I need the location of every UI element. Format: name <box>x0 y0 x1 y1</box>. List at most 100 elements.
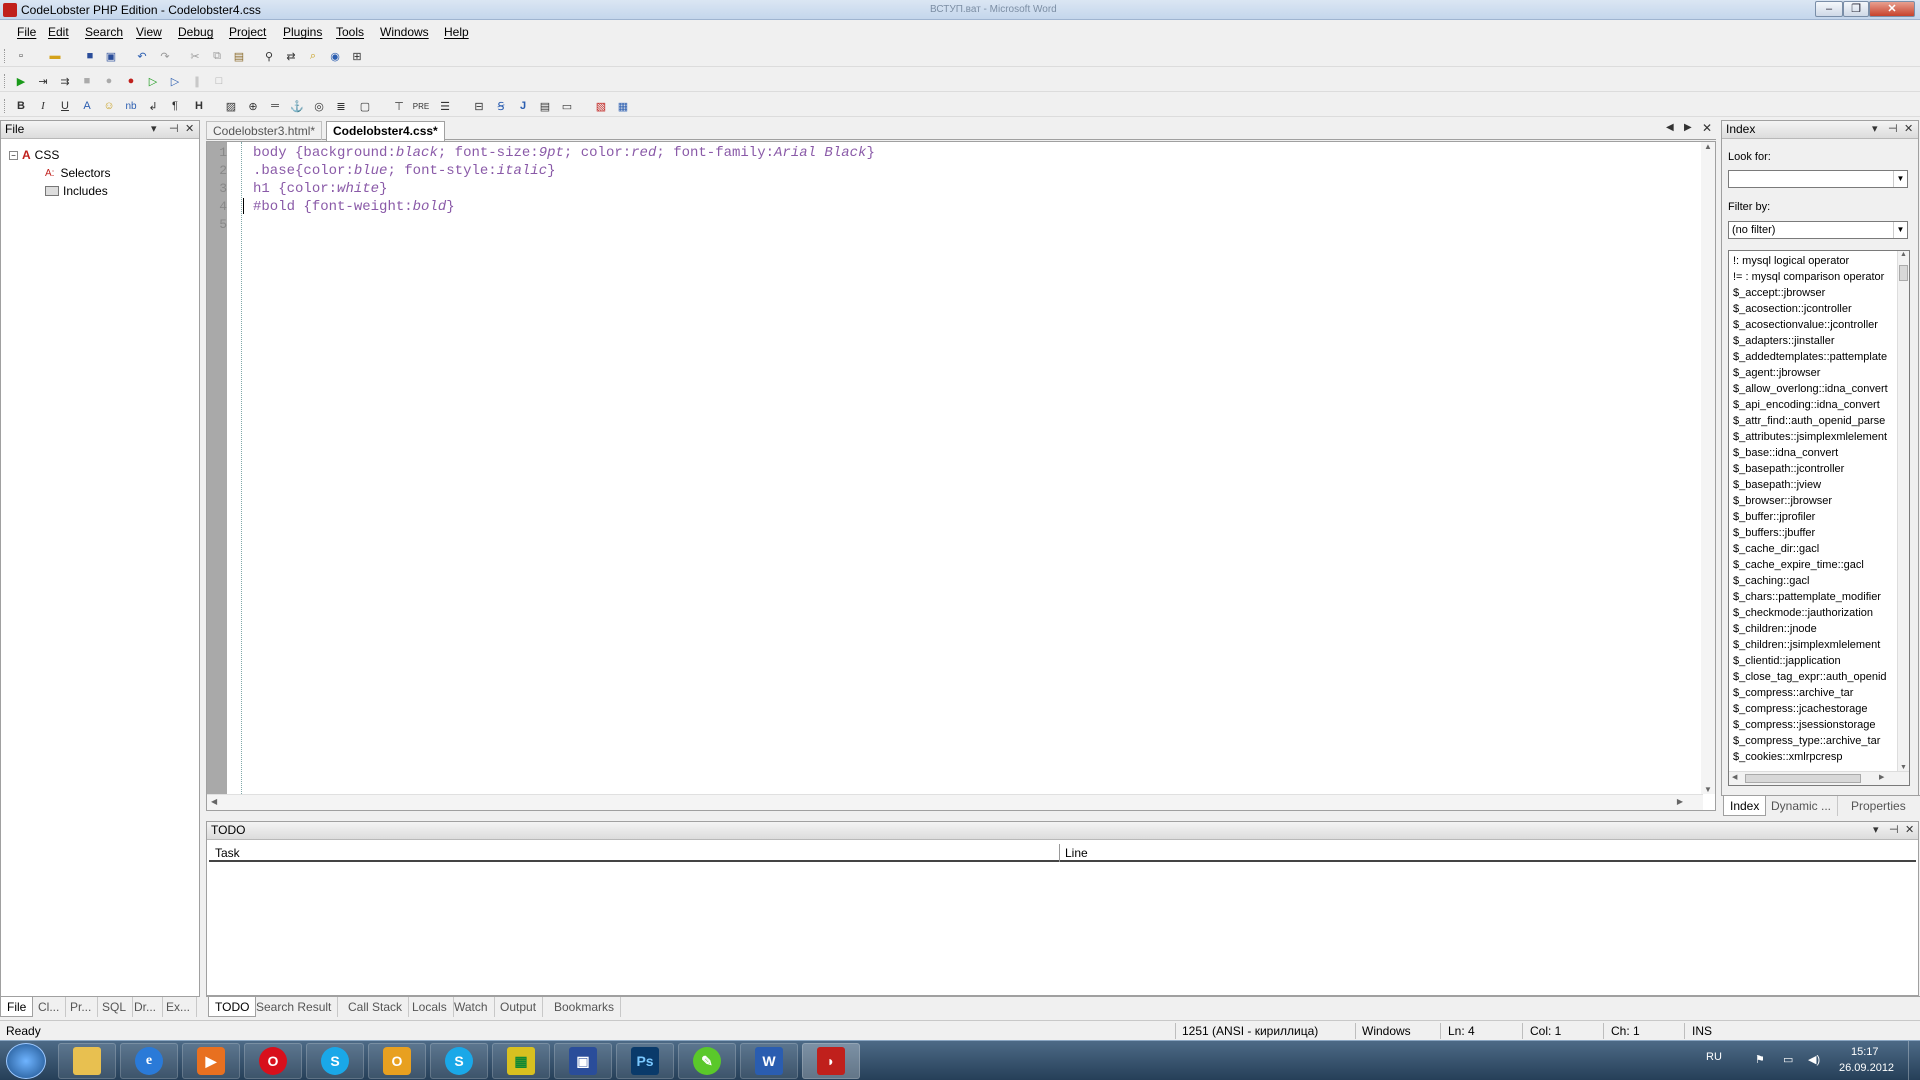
index-list-item[interactable]: $_compress_type::archive_tar <box>1733 733 1893 749</box>
vertical-scrollbar[interactable]: ▲ ▼ <box>1701 142 1715 794</box>
menu-view[interactable]: View <box>136 25 162 39</box>
todo-close-icon[interactable]: ✕ <box>1905 822 1914 839</box>
copy-icon[interactable]: ⧉ <box>208 47 226 65</box>
align-icon[interactable]: ≣ <box>332 97 350 115</box>
index-list-item[interactable]: $_acosection::jcontroller <box>1733 301 1893 317</box>
index-list-item[interactable]: $_accept::jbrowser <box>1733 285 1893 301</box>
align-top-icon[interactable]: ⊤ <box>390 97 408 115</box>
index-list-item[interactable]: $_allow_overlong::idna_convert <box>1733 381 1893 397</box>
index-list[interactable]: !: mysql logical operator != : mysql comp… <box>1728 250 1910 786</box>
start-button[interactable] <box>6 1043 46 1079</box>
index-list-item[interactable]: $_close_tag_expr::auth_openid <box>1733 669 1893 685</box>
stop-icon[interactable]: ■ <box>78 72 96 90</box>
index-list-item[interactable]: != : mysql comparison operator <box>1733 269 1893 285</box>
index-list-item[interactable]: $_compress::archive_tar <box>1733 685 1893 701</box>
frame-icon[interactable]: ▦ <box>614 97 632 115</box>
tab-properties[interactable]: Properties <box>1845 796 1912 816</box>
tab-codelobster4-css[interactable]: Codelobster4.css* <box>326 121 445 141</box>
chevron-down-icon[interactable]: ▼ <box>1893 171 1907 187</box>
image-icon[interactable]: ▨ <box>222 97 240 115</box>
cut-icon[interactable]: ✂ <box>186 47 204 65</box>
flag-icon[interactable]: ⚑ <box>1755 1053 1765 1066</box>
index-list-item[interactable]: $_agent::jbrowser <box>1733 365 1893 381</box>
tab-output[interactable]: Output <box>494 997 544 1017</box>
clock-date[interactable]: 26.09.2012 <box>1839 1062 1894 1074</box>
taskbar-ie[interactable]: e <box>120 1043 178 1079</box>
code-editor[interactable]: 1 body {background:black; font-size:9pt; … <box>206 141 1716 811</box>
taskbar-outlook[interactable]: O <box>368 1043 426 1079</box>
step-over-icon[interactable]: ⇉ <box>56 72 74 90</box>
index-list-item[interactable]: $_cache_dir::gacl <box>1733 541 1893 557</box>
todo-menu-icon[interactable]: ▾ <box>1873 822 1879 839</box>
smiley-icon[interactable]: ☺ <box>100 97 118 115</box>
index-menu-icon[interactable]: ▾ <box>1872 121 1878 138</box>
taskbar-media-player[interactable]: ▶ <box>182 1043 240 1079</box>
tab-drivers[interactable]: Dr... <box>128 997 164 1017</box>
index-list-item[interactable]: $_compress::jcachestorage <box>1733 701 1893 717</box>
heading-icon[interactable]: H <box>190 97 208 115</box>
clear-breakpoints-icon[interactable]: ● <box>122 72 140 90</box>
show-desktop-button[interactable] <box>1908 1041 1920 1080</box>
index-list-item[interactable]: $_compress::jsessionstorage <box>1733 717 1893 733</box>
paste-icon[interactable]: ▤ <box>230 47 248 65</box>
form-icon[interactable]: ▤ <box>536 97 554 115</box>
continue-icon[interactable]: ▷ <box>144 72 162 90</box>
flash-icon[interactable]: ▧ <box>592 97 610 115</box>
pin-icon[interactable]: ⊣ <box>169 121 179 138</box>
editor-close-icon[interactable]: ✕ <box>1702 121 1712 135</box>
minimize-button[interactable]: – <box>1815 1 1843 17</box>
redo-icon[interactable]: ↷ <box>156 47 174 65</box>
link-icon[interactable]: ⊕ <box>244 97 262 115</box>
taskbar-word[interactable]: W <box>740 1043 798 1079</box>
menu-tools[interactable]: Tools <box>336 25 364 39</box>
index-list-item[interactable]: $_browser::jbrowser <box>1733 493 1893 509</box>
taskbar-photoshop[interactable]: Ps <box>616 1043 674 1079</box>
find-in-files-icon[interactable]: ⌕ <box>304 47 322 65</box>
index-list-item[interactable]: $_children::jnode <box>1733 621 1893 637</box>
index-list-item[interactable]: $_checkmode::jauthorization <box>1733 605 1893 621</box>
index-list-item[interactable]: $_attr_find::auth_openid_parse <box>1733 413 1893 429</box>
index-list-item[interactable]: $_api_encoding::idna_convert <box>1733 397 1893 413</box>
undo-icon[interactable]: ↶ <box>133 47 151 65</box>
line-break-icon[interactable]: ↲ <box>144 97 162 115</box>
index-list-item[interactable]: $_acosectionvalue::jcontroller <box>1733 317 1893 333</box>
clock-time[interactable]: 15:17 <box>1851 1046 1879 1058</box>
underline-icon[interactable]: U <box>56 97 74 115</box>
open-folder-icon[interactable]: ▬ <box>46 47 64 65</box>
tab-watch[interactable]: Watch <box>448 997 495 1017</box>
index-list-item[interactable]: $_cache_expire_time::gacl <box>1733 557 1893 573</box>
panel-close-icon[interactable]: ✕ <box>185 121 194 138</box>
step-into-icon[interactable]: ⇥ <box>34 72 52 90</box>
tab-project[interactable]: Pr... <box>64 997 99 1017</box>
index-list-item[interactable]: $_adapters::jinstaller <box>1733 333 1893 349</box>
save-all-icon[interactable]: ▣ <box>102 47 120 65</box>
fullscreen-icon[interactable]: ⊞ <box>348 47 366 65</box>
menu-edit[interactable]: Edit <box>48 25 69 39</box>
horizontal-rule-icon[interactable]: ═ <box>266 97 284 115</box>
taskbar-opera[interactable]: O <box>244 1043 302 1079</box>
menu-debug[interactable]: Debug <box>178 25 213 39</box>
volume-icon[interactable]: ◀) <box>1808 1053 1820 1066</box>
find-icon[interactable]: ⚲ <box>260 47 278 65</box>
index-list-item[interactable]: $_basepath::jcontroller <box>1733 461 1893 477</box>
index-close-icon[interactable]: ✕ <box>1904 121 1913 138</box>
step-out-icon[interactable]: ▷ <box>166 72 184 90</box>
replace-icon[interactable]: ⇄ <box>282 47 300 65</box>
tab-codelobster3-html[interactable]: Codelobster3.html* <box>206 121 323 140</box>
taskbar-skype-2[interactable]: S <box>430 1043 488 1079</box>
column-task[interactable]: Task <box>215 846 240 860</box>
index-list-item[interactable]: $_basepath::jview <box>1733 477 1893 493</box>
menu-plugins[interactable]: Plugins <box>283 25 322 39</box>
tab-search-result[interactable]: Search Result <box>250 997 339 1017</box>
javascript-icon[interactable]: J <box>514 97 532 115</box>
save-icon[interactable]: ■ <box>81 47 99 65</box>
index-list-item[interactable]: $_cookies::xmlrpcresp <box>1733 749 1893 765</box>
column-line[interactable]: Line <box>1065 846 1088 860</box>
taskbar-app-green[interactable]: ▦ <box>492 1043 550 1079</box>
taskbar-explorer[interactable] <box>58 1043 116 1079</box>
border-icon[interactable]: ▢ <box>356 97 374 115</box>
bold-icon[interactable]: B <box>12 97 30 115</box>
tab-dynamic[interactable]: Dynamic ... <box>1765 796 1839 816</box>
maximize-button[interactable]: ❐ <box>1843 1 1869 17</box>
panel-menu-icon[interactable]: ▾ <box>151 121 157 138</box>
